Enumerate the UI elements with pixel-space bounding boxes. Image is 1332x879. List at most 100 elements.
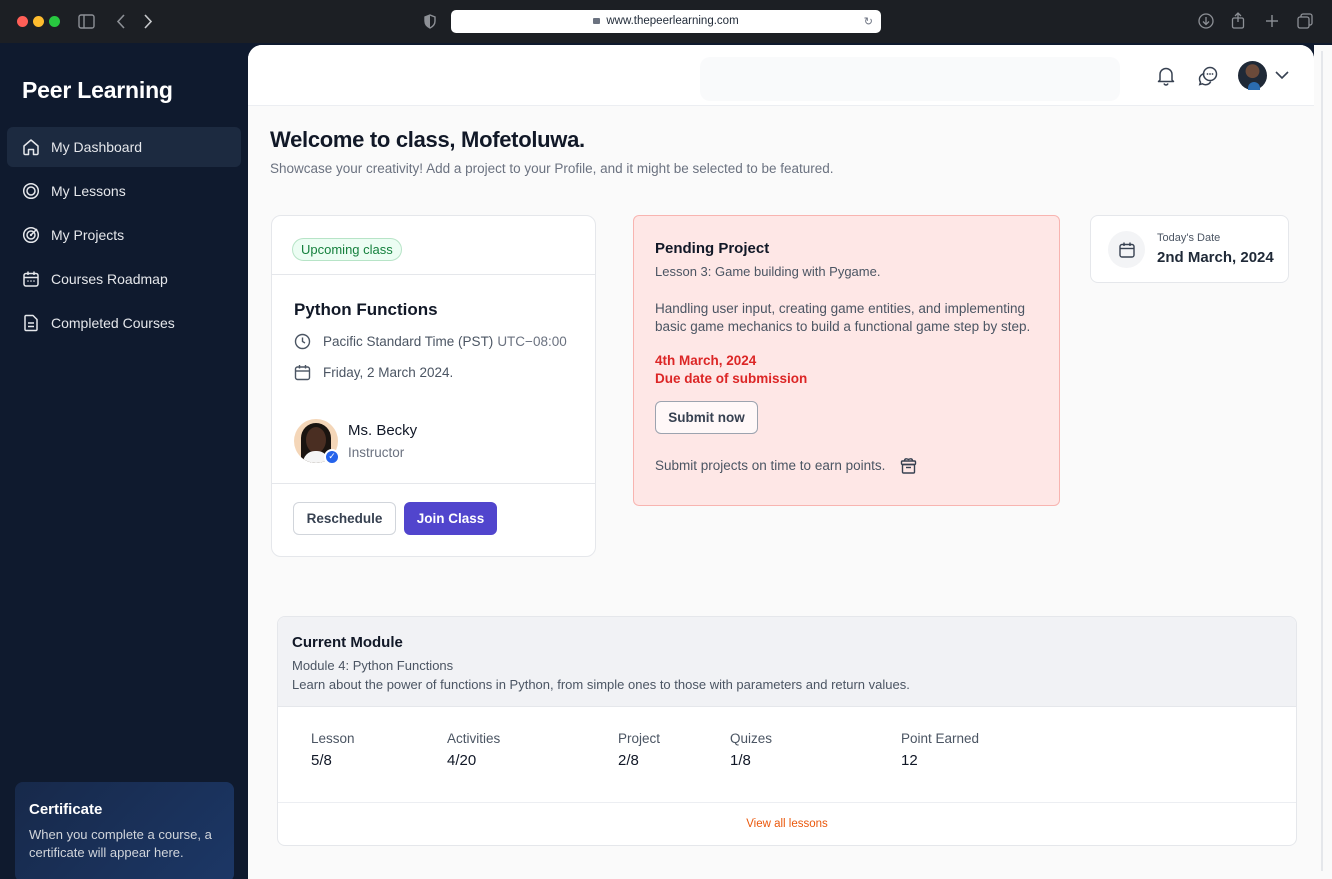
lock-icon [593, 18, 601, 24]
home-icon [23, 139, 39, 156]
status-badge: Upcoming class [292, 238, 402, 261]
module-description: Learn about the power of functions in Py… [292, 677, 910, 692]
date-text: Friday, 2 March 2024. [323, 365, 454, 380]
due-date: 4th March, 2024 [655, 353, 757, 368]
tab-overview-icon[interactable] [1297, 13, 1313, 29]
instructor-name: Ms. Becky [348, 422, 418, 439]
browser-toolbar: www.thepeerlearning.com ↻ [0, 0, 1332, 43]
sidebar-item-label: Courses Roadmap [51, 271, 168, 287]
sidebar-item-my-dashboard[interactable]: My Dashboard [7, 127, 241, 167]
upcoming-class-card: Upcoming class Python Functions Pacific … [271, 215, 596, 557]
view-all-lessons-link[interactable]: View all lessons [278, 818, 1296, 830]
target-icon [22, 182, 40, 200]
stat-label: Activities [447, 731, 501, 746]
back-icon[interactable] [116, 14, 126, 29]
certificate-card: Certificate When you complete a course, … [15, 782, 234, 879]
join-class-button[interactable]: Join Class [404, 502, 497, 535]
goal-icon [22, 226, 40, 244]
stat-label: Lesson [311, 731, 355, 746]
timezone-text: Pacific Standard Time (PST) [323, 334, 494, 349]
page-subtitle: Showcase your creativity! Add a project … [270, 161, 834, 176]
url-text: www.thepeerlearning.com [606, 15, 739, 27]
pending-project-lesson: Lesson 3: Game building with Pygame. [655, 264, 881, 279]
stat-value: 12 [901, 752, 918, 769]
instructor-role: Instructor [348, 445, 405, 460]
sidebar-item-my-projects[interactable]: My Projects [7, 215, 241, 255]
stat-point-earned: Point Earned 12 [901, 731, 979, 769]
search-area[interactable] [700, 57, 1120, 101]
pending-project-description: Handling user input, creating game entit… [655, 301, 1031, 334]
sidebar-item-courses-roadmap[interactable]: Courses Roadmap [7, 259, 241, 299]
submit-now-button[interactable]: Submit now [655, 401, 758, 434]
verified-check-icon: ✓ [324, 449, 340, 465]
stat-value: 5/8 [311, 752, 332, 769]
share-icon[interactable] [1231, 12, 1245, 29]
module-name: Module 4: Python Functions [292, 658, 454, 673]
chevron-down-icon[interactable] [1274, 67, 1290, 83]
todays-date-label: Today's Date [1157, 232, 1221, 244]
points-note: Submit projects on time to earn points. [655, 456, 918, 475]
calendar-icon [294, 365, 311, 381]
pending-project-card: Pending Project Lesson 3: Game building … [633, 215, 1060, 506]
module-title: Current Module [292, 634, 403, 651]
sidebar-nav: My Dashboard My Lessons My Projects Cour… [7, 127, 241, 347]
minimize-window-button[interactable] [33, 16, 44, 27]
app-logo[interactable]: Peer Learning [22, 77, 173, 104]
sidebar-item-label: My Dashboard [51, 139, 143, 155]
address-bar[interactable]: www.thepeerlearning.com ↻ [451, 10, 881, 33]
forward-icon[interactable] [143, 14, 153, 29]
class-title: Python Functions [294, 300, 438, 319]
avatar[interactable] [1238, 61, 1267, 90]
class-timezone: Pacific Standard Time (PST) UTC−08:00 [294, 333, 567, 350]
bell-icon[interactable] [1155, 65, 1177, 87]
todays-date-value: 2nd March, 2024 [1157, 249, 1274, 266]
sidebar: Peer Learning My Dashboard My Lessons My… [0, 43, 248, 879]
sidebar-item-label: Completed Courses [51, 315, 175, 331]
scrollbar[interactable] [1314, 45, 1332, 879]
utc-offset-text: UTC−08:00 [497, 334, 567, 349]
stat-label: Quizes [730, 731, 773, 746]
main-content: Welcome to class, Mofetoluwa. Showcase y… [248, 45, 1314, 879]
module-header: Current Module Module 4: Python Function… [278, 617, 1296, 707]
sidebar-item-completed-courses[interactable]: Completed Courses [7, 303, 241, 343]
certificate-text: When you complete a course, a certificat… [29, 827, 212, 860]
gift-box-icon [901, 458, 917, 474]
sidebar-item-my-lessons[interactable]: My Lessons [7, 171, 241, 211]
shield-icon[interactable] [424, 14, 436, 29]
stat-quizes: Quizes 1/8 [730, 731, 772, 769]
due-date-label: Due date of submission [655, 371, 808, 386]
divider [278, 802, 1296, 803]
calendar-icon [23, 271, 39, 287]
top-bar [248, 45, 1314, 106]
sidebar-item-label: My Projects [51, 227, 125, 243]
reschedule-button[interactable]: Reschedule [293, 502, 396, 535]
stat-project: Project 2/8 [618, 731, 660, 769]
sidebar-toggle-icon[interactable] [78, 14, 95, 29]
clock-icon [294, 333, 311, 350]
page-title: Welcome to class, Mofetoluwa. [270, 127, 585, 152]
todays-date-card: Today's Date 2nd March, 2024 [1090, 215, 1289, 283]
current-module-card: Current Module Module 4: Python Function… [277, 616, 1297, 846]
calendar-icon [1108, 231, 1145, 268]
stat-value: 4/20 [447, 752, 477, 769]
divider [272, 274, 595, 275]
stat-value: 2/8 [618, 752, 639, 769]
maximize-window-button[interactable] [49, 16, 60, 27]
download-icon[interactable] [1198, 13, 1214, 29]
chat-icon[interactable] [1197, 65, 1219, 87]
due-date-block: 4th March, 2024 Due date of submission [655, 352, 807, 388]
stat-label: Point Earned [901, 731, 980, 746]
stat-lesson: Lesson 5/8 [311, 731, 355, 769]
stat-activities: Activities 4/20 [447, 731, 500, 769]
stat-value: 1/8 [730, 752, 751, 769]
stat-label: Project [618, 731, 661, 746]
sidebar-item-label: My Lessons [51, 183, 126, 199]
new-tab-icon[interactable] [1265, 14, 1279, 28]
reload-icon[interactable]: ↻ [864, 10, 873, 33]
divider [272, 483, 595, 484]
certificate-title: Certificate [29, 801, 103, 818]
class-date: Friday, 2 March 2024. [294, 364, 453, 381]
pending-project-title: Pending Project [655, 240, 770, 257]
document-icon [24, 314, 38, 332]
close-window-button[interactable] [17, 16, 28, 27]
